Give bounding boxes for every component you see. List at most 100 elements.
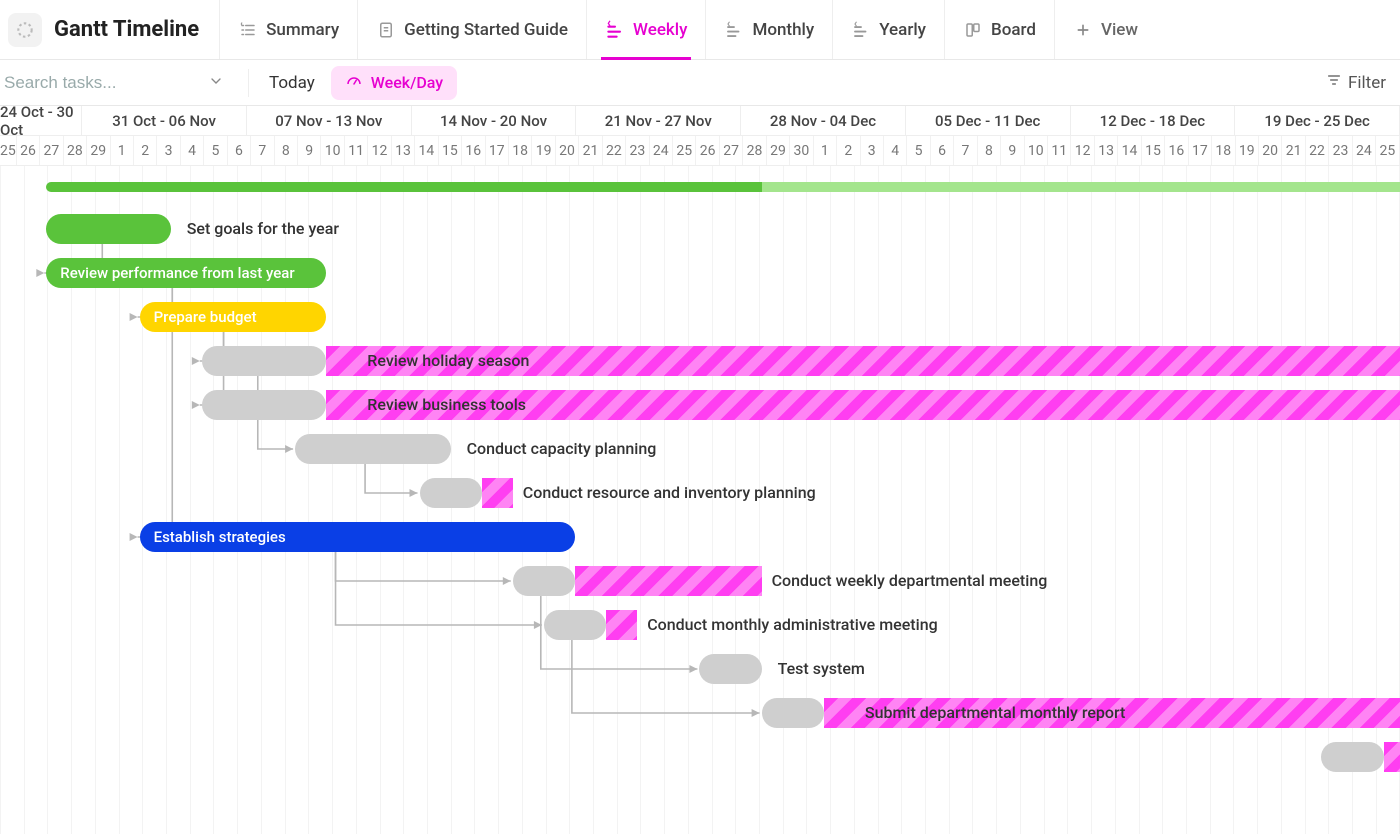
day-header-cell: 9 [1001,136,1024,165]
task-overdue-extent[interactable] [326,346,1400,376]
tab-label: Board [991,20,1036,40]
day-header-cell: 15 [1142,136,1165,165]
summary-bar[interactable] [46,182,1400,192]
day-header-cell: 26 [17,136,40,165]
day-header-cell: 3 [157,136,180,165]
separator [248,69,249,97]
task-bar[interactable] [544,610,606,640]
day-header-row: 2526272829123456789101112131415161718192… [0,136,1400,166]
tab-label: Getting Started Guide [404,20,568,40]
task-overdue-extent[interactable] [824,698,1400,728]
tab-label: Summary [266,20,339,40]
day-header-cell: 20 [1259,136,1282,165]
task-overdue-extent[interactable] [482,478,513,508]
day-header-cell: 28 [743,136,766,165]
today-button[interactable]: Today [263,69,321,97]
search-input[interactable] [2,65,234,101]
day-header-cell: 30 [790,136,813,165]
tab-board[interactable]: Board [944,0,1054,59]
task-bar[interactable] [513,566,575,596]
day-header-cell: 29 [767,136,790,165]
day-header-cell: 5 [907,136,930,165]
task-bar[interactable] [202,346,326,376]
tab-weekly[interactable]: Weekly [586,0,705,59]
day-header-cell: 2 [134,136,157,165]
day-header-cell: 19 [532,136,555,165]
day-header-cell: 26 [696,136,719,165]
task-bar[interactable]: Prepare budget [140,302,327,332]
task-overdue-extent[interactable] [326,390,1400,420]
tab-label: Monthly [752,20,814,40]
search-wrap [0,65,234,101]
day-header-cell: 24 [1353,136,1376,165]
chevron-down-icon[interactable] [208,73,224,93]
day-header-cell: 7 [251,136,274,165]
tab-summary[interactable]: Summary [219,0,357,59]
gantt-icon [724,20,744,40]
tab-label: Weekly [633,20,687,40]
task-bar[interactable] [1321,742,1383,772]
day-header-cell: 10 [321,136,344,165]
task-overdue-extent[interactable] [1384,742,1400,772]
day-header-cell: 27 [40,136,63,165]
task-bar[interactable] [699,654,761,684]
week-header-cell: 07 Nov - 13 Nov [247,106,412,135]
tab-add-view[interactable]: View [1054,0,1156,59]
gantt-icon [851,20,871,40]
tab-yearly[interactable]: Yearly [832,0,944,59]
task-bar[interactable] [420,478,482,508]
task-overdue-extent[interactable] [575,566,762,596]
week-header-cell: 31 Oct - 06 Nov [82,106,247,135]
tab-getting-started[interactable]: Getting Started Guide [357,0,586,59]
day-header-cell: 15 [439,136,462,165]
day-header-cell: 18 [509,136,532,165]
header: Gantt Timeline Summary Getting Started G… [0,0,1400,60]
toolbar: Today Week/Day Filter [0,60,1400,106]
task-bar[interactable] [46,214,170,244]
gantt-pinned-icon [605,20,625,40]
day-header-cell: 7 [954,136,977,165]
task-bar[interactable] [202,390,326,420]
day-header-cell: 1 [814,136,837,165]
day-header-cell: 21 [1282,136,1305,165]
week-header-cell: 19 Dec - 25 Dec [1235,106,1400,135]
week-header-cell: 12 Dec - 18 Dec [1071,106,1236,135]
gantt-chart[interactable]: Set goals for the yearReview performance… [0,166,1400,834]
day-header-cell: 14 [1118,136,1141,165]
day-header-cell: 2 [837,136,860,165]
range-label: Week/Day [371,73,443,92]
day-header-cell: 22 [603,136,626,165]
day-header-cell: 23 [626,136,649,165]
day-header-cell: 10 [1025,136,1048,165]
tab-monthly[interactable]: Monthly [705,0,832,59]
board-icon [963,20,983,40]
day-header-cell: 25 [1376,136,1399,165]
day-header-cell: 17 [1189,136,1212,165]
list-icon [238,20,258,40]
week-header-cell: 21 Nov - 27 Nov [576,106,741,135]
filter-label: Filter [1348,73,1386,93]
plus-icon [1073,20,1093,40]
day-header-cell: 27 [720,136,743,165]
task-bar[interactable] [762,698,824,728]
dashed-circle-icon [15,20,35,40]
day-header-cell: 18 [1212,136,1235,165]
range-toggle[interactable]: Week/Day [331,66,457,100]
task-bar[interactable] [295,434,451,464]
day-header-cell: 19 [1236,136,1259,165]
filter-button[interactable]: Filter [1326,72,1400,93]
page-title: Gantt Timeline [54,17,199,42]
timeline: 24 Oct - 30 Oct31 Oct - 06 Nov07 Nov - 1… [0,106,1400,834]
day-header-cell: 4 [884,136,907,165]
day-header-cell: 12 [1071,136,1094,165]
week-header-row: 24 Oct - 30 Oct31 Oct - 06 Nov07 Nov - 1… [0,106,1400,136]
week-header-cell: 24 Oct - 30 Oct [0,106,82,135]
week-header-cell: 05 Dec - 11 Dec [906,106,1071,135]
task-overdue-extent[interactable] [606,610,637,640]
tab-label: View [1101,20,1138,40]
day-header-cell: 21 [579,136,602,165]
day-header-cell: 5 [204,136,227,165]
task-bar[interactable]: Review performance from last year [46,258,326,288]
task-bar[interactable]: Establish strategies [140,522,575,552]
day-header-cell: 25 [0,136,17,165]
